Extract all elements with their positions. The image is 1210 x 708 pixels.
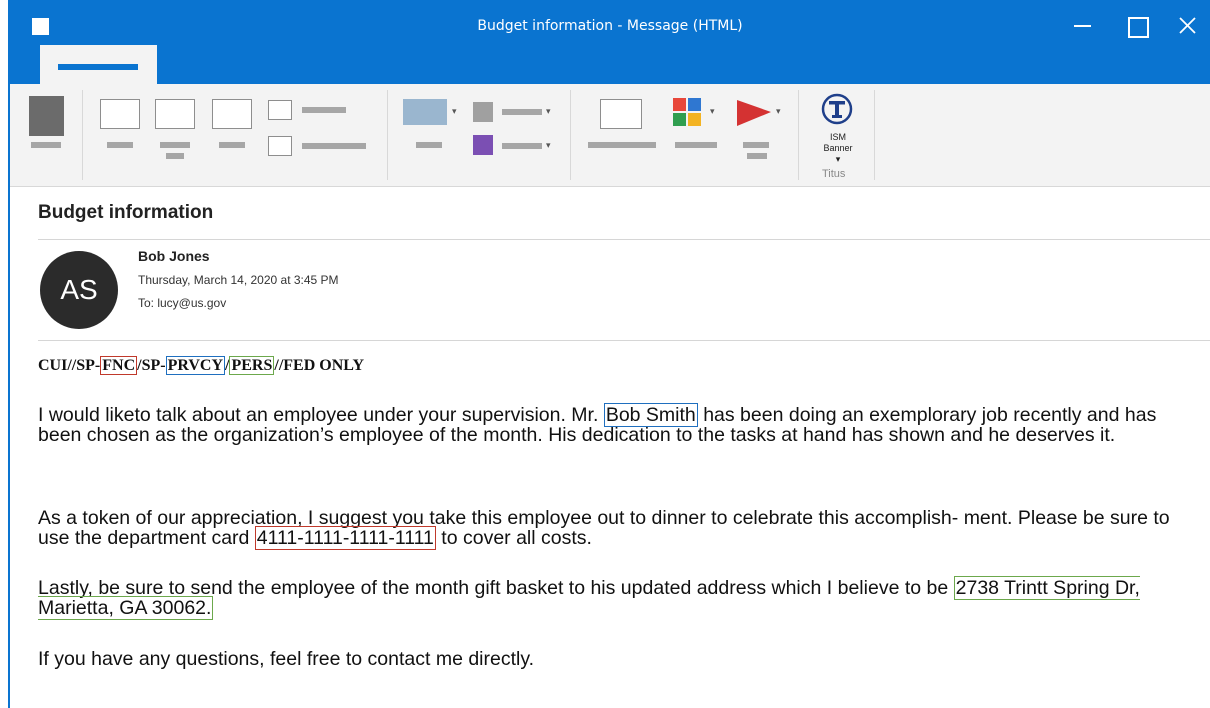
banner-prefix: CUI//SP-: [38, 357, 101, 374]
flag-icon[interactable]: [737, 98, 773, 128]
chevron-down-icon[interactable]: ▾: [546, 140, 551, 151]
banner-fnc-highlight: FNC: [100, 356, 138, 375]
ribbon-button[interactable]: [212, 99, 252, 129]
window-title: Budget information - Message (HTML): [477, 18, 743, 34]
ribbon-button-label: [160, 142, 190, 148]
ribbon-button-label: [502, 143, 542, 149]
ribbon-button-label: [31, 142, 61, 148]
classification-banner: CUI//SP- FNC/SP- PRVCY / PERS//FED ONLY: [38, 356, 365, 375]
header-divider: [38, 340, 1210, 341]
ribbon-button-label: [675, 142, 717, 148]
ribbon-button-label: [502, 109, 542, 115]
apps-grid-icon[interactable]: [673, 98, 703, 128]
ribbon-separator: [874, 90, 875, 180]
ribbon-button-label: [219, 142, 245, 148]
recipient-line: To: lucy@us.gov: [138, 296, 227, 310]
title-bar: Budget information - Message (HTML): [10, 0, 1210, 84]
minimize-button[interactable]: [1062, 10, 1102, 40]
banner-pers-highlight: PERS: [229, 356, 275, 375]
tab-message[interactable]: [40, 45, 157, 84]
banner-mid: /SP-: [137, 357, 166, 374]
body-text: I would liketo talk about an employee un…: [38, 404, 604, 426]
ribbon-separator: [798, 90, 799, 180]
ribbon-small-button[interactable]: [473, 102, 493, 122]
chevron-down-icon[interactable]: ▾: [776, 106, 781, 117]
maximize-button[interactable]: [1116, 10, 1156, 40]
ribbon-separator: [387, 90, 388, 180]
avatar[interactable]: AS: [40, 251, 118, 329]
ribbon-button-label: [588, 142, 656, 148]
body-paragraph: As a token of our appreciation, I sugges…: [38, 507, 1203, 550]
card-number-highlight: 4111-1111-1111-1111: [254, 526, 436, 550]
message-window: Budget information - Message (HTML) ▾ ▾ …: [8, 0, 1210, 708]
sender-name[interactable]: Bob Jones: [138, 248, 210, 264]
message-datetime: Thursday, March 14, 2020 at 3:45 PM: [138, 273, 339, 287]
ribbon-color-button[interactable]: [403, 99, 447, 125]
body-text: As a token of our appreciation, I sugges…: [38, 507, 1170, 549]
message-subject: Budget information: [38, 202, 214, 223]
ribbon-separator: [82, 90, 83, 180]
chevron-down-icon[interactable]: ▾: [452, 106, 457, 117]
close-icon: [1179, 17, 1196, 34]
ribbon-large-button[interactable]: [29, 96, 64, 136]
close-button[interactable]: [1167, 10, 1207, 40]
ribbon-button[interactable]: [600, 99, 642, 129]
chevron-down-icon[interactable]: ▾: [546, 106, 551, 117]
chevron-down-icon: ▾: [835, 154, 841, 164]
ism-label-line2: Banner: [823, 143, 853, 153]
ribbon-button[interactable]: [100, 99, 140, 129]
ribbon-button-label: [747, 153, 767, 159]
ism-label-line1: ISM: [829, 132, 846, 142]
ribbon-group-label-titus: Titus: [822, 168, 846, 180]
body-paragraph: Lastly, be sure to send the employee of …: [38, 576, 1203, 620]
banner-prvcy-highlight: PRVCY: [165, 356, 226, 375]
ribbon-button-label: [302, 107, 346, 113]
ribbon-button-label: [166, 153, 184, 159]
ribbon-button-label: [416, 142, 442, 148]
ribbon-small-button[interactable]: [268, 136, 292, 156]
body-paragraph: I would liketo talk about an employee un…: [38, 403, 1203, 445]
ribbon-button-label: [107, 142, 133, 148]
body-text: to cover all costs.: [435, 527, 592, 549]
chevron-down-icon[interactable]: ▾: [710, 106, 715, 117]
ribbon-separator: [570, 90, 571, 180]
body-paragraph: If you have any questions, feel free to …: [38, 648, 535, 670]
banner-suffix: //FED ONLY: [274, 357, 365, 374]
header-divider: [38, 239, 1210, 240]
ribbon-button-label: [743, 142, 769, 148]
ribbon-color-swatch[interactable]: [473, 135, 493, 155]
ribbon-small-button[interactable]: [268, 100, 292, 120]
tab-label-placeholder: [58, 64, 138, 70]
ribbon-button-label: [302, 143, 366, 149]
ribbon: ▾ ▾ ▾ ▾ ▾ ISM Banner ▾ Titus: [10, 84, 1210, 187]
ism-banner-button[interactable]: ISM Banner ▾: [820, 132, 856, 165]
ribbon-button[interactable]: [155, 99, 195, 129]
titus-icon[interactable]: [820, 92, 854, 126]
